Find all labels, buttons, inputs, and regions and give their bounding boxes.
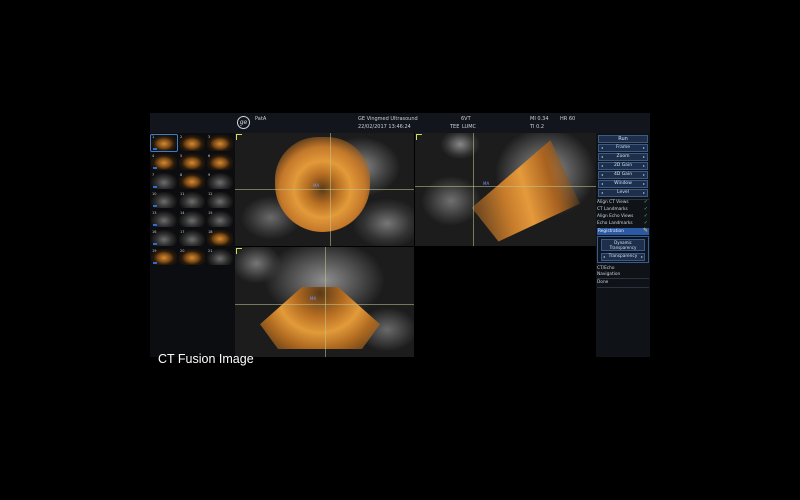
ct-echo-item[interactable]: CT/Echo Navigation bbox=[597, 266, 649, 277]
ti-value: TI 0.2 bbox=[530, 124, 545, 130]
arrow-left-icon[interactable]: ◂ bbox=[601, 181, 603, 188]
thumbnail[interactable]: 7 bbox=[151, 173, 177, 189]
done-item[interactable]: Done bbox=[597, 280, 649, 286]
thumbnail[interactable]: 8 bbox=[179, 173, 205, 189]
patient-name: PatA bbox=[255, 116, 267, 122]
run-button[interactable]: Run bbox=[598, 135, 648, 143]
view-label: MA bbox=[313, 183, 320, 188]
thumbnail[interactable]: 21 bbox=[207, 249, 233, 265]
view-label: MA bbox=[310, 296, 317, 301]
ultrasound-app: ge PatA GE Vingmed Ultrasound 22/02/2017… bbox=[150, 113, 650, 357]
thumbnail[interactable]: 9 bbox=[207, 173, 233, 189]
checkmark-icon: ✓ bbox=[643, 213, 648, 219]
registration-options: Dynamic Transparency ◂ Transparency ▸ bbox=[597, 236, 649, 263]
level-control[interactable]: ◂ Level ▸ bbox=[598, 189, 648, 197]
transparency-control[interactable]: ◂ Transparency ▸ bbox=[601, 253, 645, 261]
control-panel: Run ◂ Frame ▸ ◂ Zoom ▸ ◂ 2D Gain ▸ ◂ 4D … bbox=[596, 133, 650, 357]
thumbnail[interactable]: 18 bbox=[207, 230, 233, 246]
fusion-view-bottom[interactable]: MA bbox=[235, 247, 414, 357]
thumbnail[interactable]: 4 bbox=[151, 154, 177, 170]
window-control[interactable]: ◂ Window ▸ bbox=[598, 180, 648, 188]
arrow-right-icon[interactable]: ▸ bbox=[643, 190, 645, 197]
site-label: LUMC bbox=[462, 124, 477, 130]
thumbnail[interactable]: 15 bbox=[207, 211, 233, 227]
thumbnail[interactable]: 2 bbox=[179, 135, 205, 151]
thumbnail[interactable]: 10 bbox=[151, 192, 177, 208]
frame-control[interactable]: ◂ Frame ▸ bbox=[598, 144, 648, 152]
thumbnail[interactable]: 20 bbox=[179, 249, 205, 265]
checkmark-icon: ✓ bbox=[643, 199, 648, 205]
system-name: GE Vingmed Ultrasound bbox=[358, 116, 418, 122]
fusion-view-top-left[interactable]: MA bbox=[235, 133, 414, 246]
thumbnail[interactable]: 3 bbox=[207, 135, 233, 151]
fusion-view-top-right[interactable]: MA bbox=[415, 133, 596, 246]
registration-item[interactable]: Registration ✎ bbox=[597, 227, 649, 235]
thumbnail-panel: 1 2 3 4 5 6 7 8 9 10 11 12 13 14 15 16 1… bbox=[150, 133, 235, 357]
arrow-left-icon[interactable]: ◂ bbox=[601, 172, 603, 179]
align-echo-views-item[interactable]: Align Echo Views ✓ bbox=[597, 213, 649, 220]
thumbnail[interactable]: 17 bbox=[179, 230, 205, 246]
arrow-right-icon[interactable]: ▸ bbox=[643, 172, 645, 179]
4d-gain-control[interactable]: ◂ 4D Gain ▸ bbox=[598, 171, 648, 179]
arrow-left-icon[interactable]: ◂ bbox=[601, 190, 603, 197]
view-label: MA bbox=[483, 181, 490, 186]
arrow-left-icon[interactable]: ◂ bbox=[601, 163, 603, 170]
probe-name: 6VT bbox=[461, 116, 471, 122]
hr-value: HR 60 bbox=[560, 116, 576, 122]
ge-logo-icon: ge bbox=[237, 116, 250, 129]
arrow-right-icon[interactable]: ▸ bbox=[643, 181, 645, 188]
arrow-left-icon[interactable]: ◂ bbox=[601, 145, 603, 152]
thumbnail[interactable]: 11 bbox=[179, 192, 205, 208]
thumbnail[interactable]: 16 bbox=[151, 230, 177, 246]
header-bar: ge PatA GE Vingmed Ultrasound 22/02/2017… bbox=[150, 113, 650, 133]
arrow-left-icon[interactable]: ◂ bbox=[601, 154, 603, 161]
arrow-right-icon[interactable]: ▸ bbox=[643, 154, 645, 161]
thumbnail[interactable]: 19 bbox=[151, 249, 177, 265]
thumbnail[interactable]: 1 bbox=[150, 134, 178, 152]
thumbnail[interactable]: 5 bbox=[179, 154, 205, 170]
ct-landmarks-item[interactable]: CT Landmarks ✓ bbox=[597, 206, 649, 213]
exam-datetime: 22/02/2017 13:46:24 bbox=[358, 124, 411, 130]
arrow-right-icon[interactable]: ▸ bbox=[641, 254, 643, 261]
mode-label: TEE bbox=[450, 124, 460, 130]
thumbnail[interactable]: 13 bbox=[151, 211, 177, 227]
arrow-right-icon[interactable]: ▸ bbox=[643, 145, 645, 152]
image-caption: CT Fusion Image bbox=[158, 352, 254, 366]
align-ct-views-item[interactable]: Align CT Views ✓ bbox=[597, 199, 649, 206]
echo-landmarks-item[interactable]: Echo Landmarks ✓ bbox=[597, 220, 649, 227]
zoom-control[interactable]: ◂ Zoom ▸ bbox=[598, 153, 648, 161]
checkmark-icon: ✓ bbox=[643, 206, 648, 212]
checkmark-icon: ✓ bbox=[643, 220, 648, 226]
thumbnail[interactable]: 14 bbox=[179, 211, 205, 227]
pencil-icon: ✎ bbox=[642, 227, 648, 234]
thumbnail[interactable]: 12 bbox=[207, 192, 233, 208]
thumbnail[interactable]: 6 bbox=[207, 154, 233, 170]
mi-value: MI 0.34 bbox=[530, 116, 549, 122]
arrow-left-icon[interactable]: ◂ bbox=[603, 254, 605, 261]
2d-gain-control[interactable]: ◂ 2D Gain ▸ bbox=[598, 162, 648, 170]
arrow-right-icon[interactable]: ▸ bbox=[643, 163, 645, 170]
dynamic-transparency-button[interactable]: Dynamic Transparency bbox=[601, 239, 645, 251]
